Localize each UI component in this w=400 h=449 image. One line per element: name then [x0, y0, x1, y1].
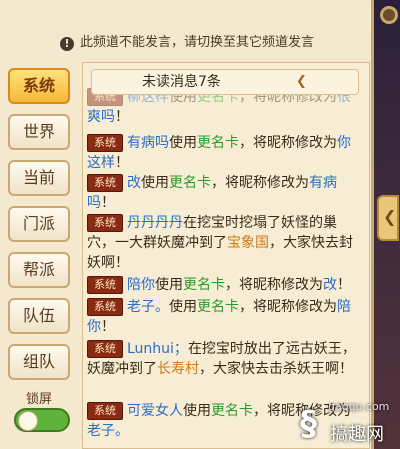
- tab-group[interactable]: 组队: [8, 344, 70, 380]
- watermark-url: gaoqu.com: [328, 400, 390, 413]
- system-badge: 系统: [87, 174, 123, 192]
- chevron-down-icon[interactable]: ❮: [296, 70, 307, 94]
- tab-sect[interactable]: 门派: [8, 206, 70, 242]
- chat-panel: ! 此频道不能发言，请切换至其它频道发言 系统 世界 当前 门派 帮派 队伍 组队…: [0, 0, 374, 449]
- collapse-panel-handle[interactable]: ❮: [377, 195, 399, 241]
- tab-team[interactable]: 队伍: [8, 298, 70, 334]
- system-badge: 系统: [87, 298, 123, 316]
- watermark-logo: §: [300, 404, 317, 444]
- tab-system[interactable]: 系统: [8, 68, 70, 104]
- watermark: § gaoqu.com 搞趣网: [300, 400, 400, 449]
- tab-guild[interactable]: 帮派: [8, 252, 70, 288]
- lock-screen-toggle[interactable]: [14, 408, 70, 432]
- chat-message: 系统 Lunhui；在挖宝时放出了远古妖王，妖魔冲到了长寿村，大家快去击杀妖王啊！: [87, 340, 356, 377]
- chat-message: 系统 丹丹丹丹在挖宝时挖塌了妖怪的巢穴，一大群妖魔冲到了宝象国，大家快去封妖啊！: [87, 214, 353, 271]
- chat-message: 系统 老子。使用更名卡，将昵称修改为陪你！: [87, 298, 351, 335]
- channel-tabs: 系统 世界 当前 门派 帮派 队伍 组队: [8, 68, 72, 390]
- unread-count: 未读消息7条: [142, 74, 221, 90]
- chat-message: 爽吗！: [87, 109, 129, 125]
- chat-message: 系统 改使用更名卡，将昵称修改为有病吗！: [87, 174, 337, 211]
- lock-screen-label: 锁屏: [26, 392, 53, 407]
- gear-icon[interactable]: [380, 6, 398, 24]
- system-badge: 系统: [87, 340, 123, 358]
- system-badge: 系统: [87, 134, 123, 152]
- tab-current[interactable]: 当前: [8, 160, 70, 196]
- chevron-left-icon: ❮: [383, 207, 397, 226]
- chat-message: 系统 有病吗使用更名卡，将昵称修改为你这样！: [87, 134, 351, 171]
- unread-messages-bar[interactable]: 未读消息7条 ❮: [91, 69, 359, 95]
- tab-world[interactable]: 世界: [8, 114, 70, 150]
- system-badge: 系统: [87, 276, 123, 294]
- watermark-name: 搞趣网: [330, 424, 384, 445]
- channel-notice: ! 此频道不能发言，请切换至其它频道发言: [0, 30, 374, 56]
- chat-log[interactable]: 未读消息7条 ❮ 系统 柳这样使用更名卡，将昵称修改为很 爽吗！ 系统 有病吗使用更…: [82, 62, 370, 449]
- system-badge: 系统: [87, 402, 123, 420]
- exclamation-icon: !: [59, 37, 74, 51]
- chat-message: 系统 陪你使用更名卡，将昵称修改为改！: [87, 275, 363, 295]
- toggle-knob: [18, 411, 38, 431]
- system-badge: 系统: [87, 214, 123, 232]
